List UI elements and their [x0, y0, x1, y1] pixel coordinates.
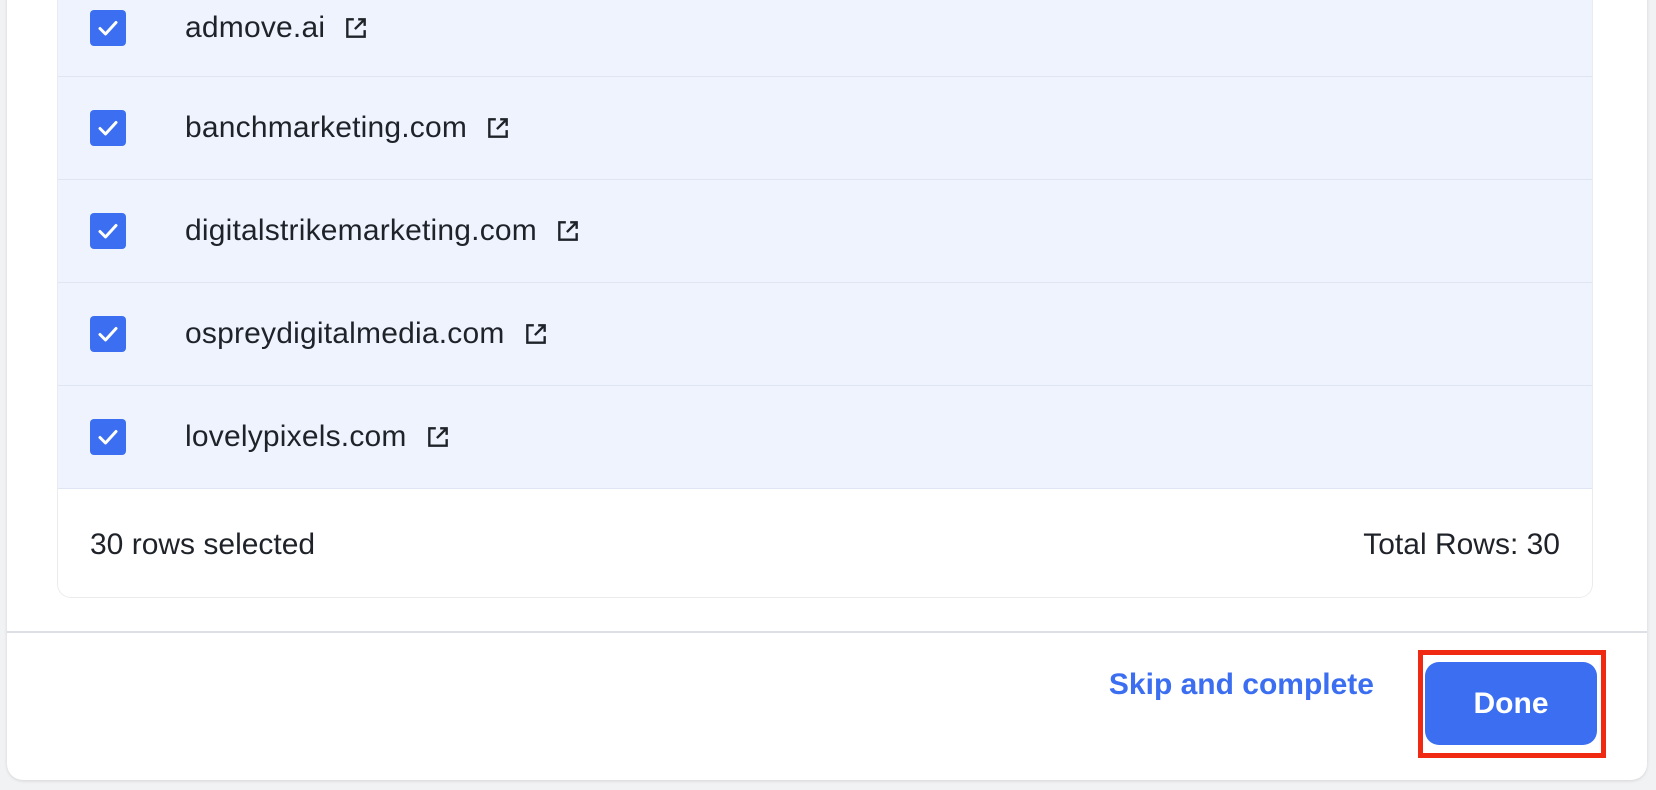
domain-text: admove.ai: [185, 11, 326, 44]
row-checkbox[interactable]: [90, 10, 126, 46]
row-checkbox[interactable]: [90, 213, 126, 249]
external-link-icon[interactable]: [425, 424, 451, 450]
row-checkbox[interactable]: [90, 110, 126, 146]
checkmark-icon: [98, 21, 118, 36]
table-rows: admove.ai banchmarketing.com digitalstri…: [58, 0, 1592, 489]
checkmark-icon: [98, 121, 118, 136]
external-link-icon[interactable]: [343, 15, 369, 41]
row-domain: admove.ai: [185, 11, 369, 45]
done-button[interactable]: Done: [1425, 662, 1597, 745]
table-row[interactable]: ospreydigitalmedia.com: [58, 283, 1592, 386]
row-checkbox[interactable]: [90, 419, 126, 455]
dialog: admove.ai banchmarketing.com digitalstri…: [7, 0, 1647, 780]
row-domain: lovelypixels.com: [185, 420, 451, 454]
domain-text: banchmarketing.com: [185, 111, 468, 144]
selected-count: 30 rows selected: [90, 527, 316, 561]
checkmark-icon: [98, 327, 118, 342]
table-row[interactable]: admove.ai: [58, 0, 1592, 77]
footer-divider: [7, 631, 1647, 633]
domain-table: admove.ai banchmarketing.com digitalstri…: [57, 0, 1593, 598]
domain-text: digitalstrikemarketing.com: [185, 214, 537, 247]
row-domain: digitalstrikemarketing.com: [185, 214, 581, 248]
table-row[interactable]: digitalstrikemarketing.com: [58, 180, 1592, 283]
total-rows: Total Rows: 30: [1363, 527, 1560, 561]
row-domain: banchmarketing.com: [185, 111, 511, 145]
external-link-icon[interactable]: [555, 218, 581, 244]
row-domain: ospreydigitalmedia.com: [185, 317, 549, 351]
checkmark-icon: [98, 430, 118, 445]
checkmark-icon: [98, 224, 118, 239]
table-footer: 30 rows selected Total Rows: 30: [58, 492, 1592, 597]
table-row[interactable]: banchmarketing.com: [58, 77, 1592, 180]
skip-and-complete-button[interactable]: Skip and complete: [1109, 668, 1374, 702]
external-link-icon[interactable]: [523, 321, 549, 347]
external-link-icon[interactable]: [485, 115, 511, 141]
table-row[interactable]: lovelypixels.com: [58, 386, 1592, 489]
domain-text: ospreydigitalmedia.com: [185, 317, 505, 350]
row-checkbox[interactable]: [90, 316, 126, 352]
domain-text: lovelypixels.com: [185, 420, 407, 453]
